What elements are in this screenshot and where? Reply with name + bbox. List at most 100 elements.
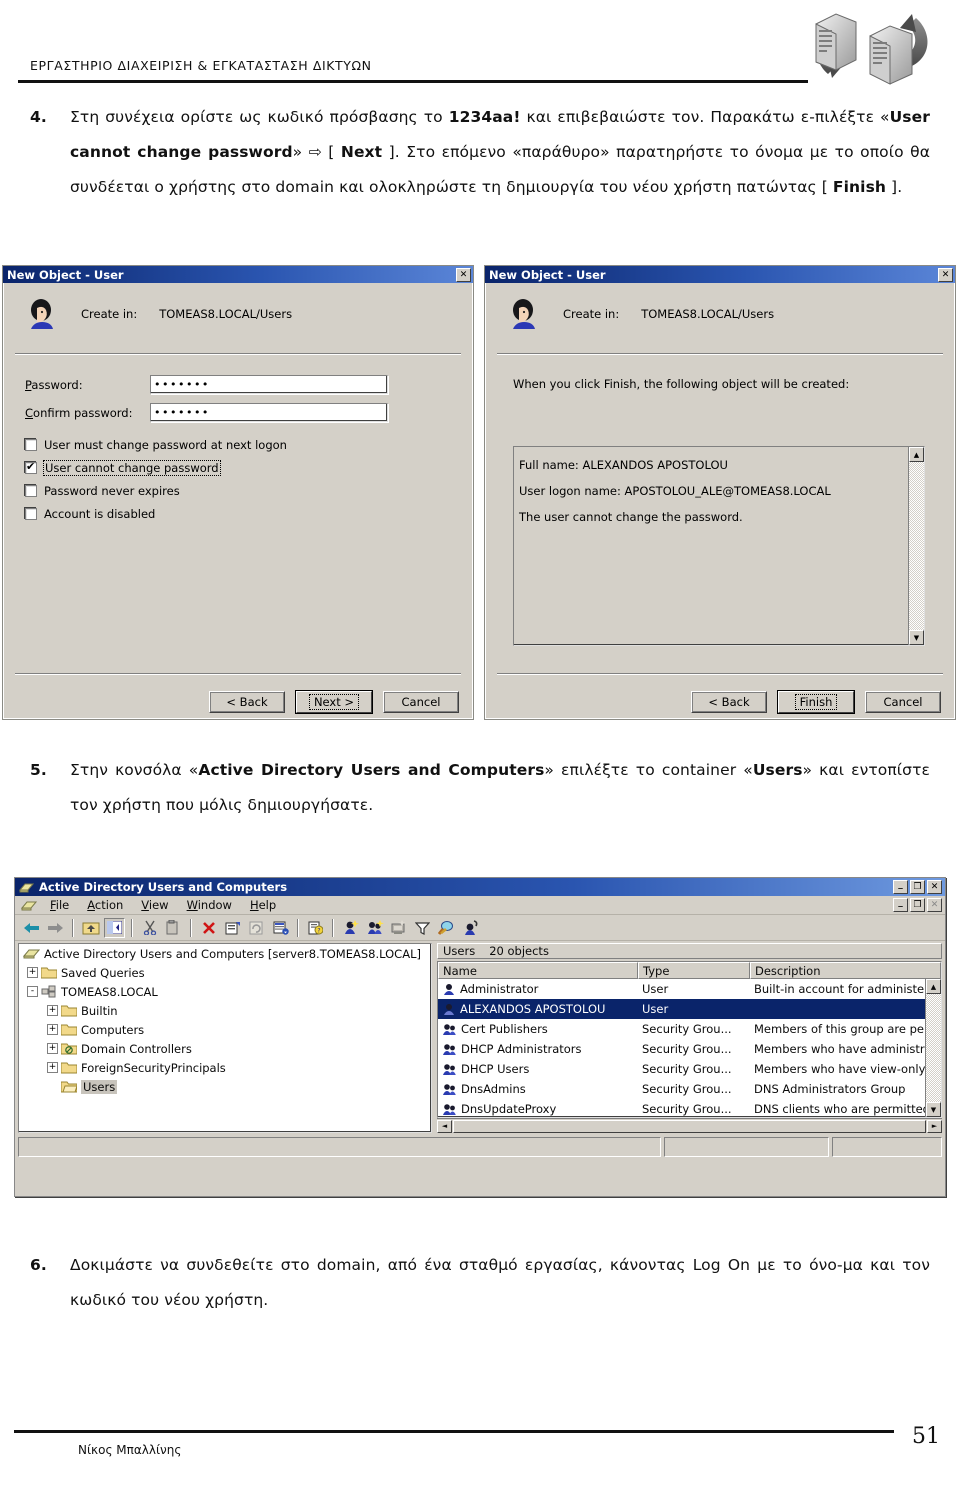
menu-help[interactable]: Help: [241, 896, 285, 914]
table-row[interactable]: ALEXANDOS APOSTOLOU User: [438, 999, 941, 1019]
up-one-level-icon[interactable]: [80, 918, 101, 938]
expander-plus-icon[interactable]: +: [47, 1005, 58, 1016]
toolbar-separator: [131, 918, 133, 937]
menu-file[interactable]: File: [41, 896, 78, 914]
child-minimize-button[interactable]: _: [893, 898, 908, 912]
refresh-icon[interactable]: [246, 918, 267, 938]
table-row[interactable]: Cert Publishers Security Grou... Members…: [438, 1019, 941, 1039]
new-group-icon[interactable]: [364, 918, 385, 938]
create-in-label: Create in:: [81, 307, 138, 321]
tree-item-users[interactable]: Users: [19, 1077, 431, 1096]
ad-title-text: Active Directory Users and Computers: [39, 880, 288, 894]
cut-icon[interactable]: [139, 918, 160, 938]
step-5-text-1: Στην κονσόλα «: [70, 761, 199, 779]
tree-item-tomeas8-local[interactable]: - TOMEAS8.LOCAL: [19, 982, 431, 1001]
expander-plus-icon[interactable]: +: [47, 1062, 58, 1073]
export-list-icon[interactable]: [270, 918, 291, 938]
cancel-button[interactable]: Cancel: [383, 691, 459, 713]
back-button[interactable]: < Back: [209, 691, 285, 713]
results-pane[interactable]: Users 20 objects Name Type Description A…: [437, 943, 942, 1133]
saved-query-icon[interactable]: [460, 918, 481, 938]
scroll-left-icon[interactable]: ◄: [437, 1119, 452, 1133]
table-row[interactable]: DHCP Administrators Security Grou... Mem…: [438, 1039, 941, 1059]
new-computer-icon[interactable]: [388, 918, 409, 938]
table-row[interactable]: DHCP Users Security Grou... Members who …: [438, 1059, 941, 1079]
checkbox-box-icon[interactable]: [25, 439, 37, 451]
close-button[interactable]: ✕: [927, 880, 942, 894]
finish-button[interactable]: Finish: [778, 691, 854, 713]
child-restore-button[interactable]: ❐: [910, 898, 925, 912]
scroll-right-icon[interactable]: ►: [927, 1119, 942, 1133]
scroll-up-icon[interactable]: ▲: [926, 979, 941, 994]
checkbox-account-is-disabled[interactable]: Account is disabled: [25, 507, 473, 521]
delete-icon[interactable]: [198, 918, 219, 938]
ad-title-bar: Active Directory Users and Computers _ ❐…: [15, 878, 945, 896]
listview-vertical-scrollbar[interactable]: ▲ ▼: [925, 979, 941, 1117]
close-icon[interactable]: ✕: [938, 267, 953, 282]
help-icon[interactable]: ?: [305, 918, 326, 938]
menu-action[interactable]: Action: [78, 896, 132, 914]
checkbox-password-never-expires[interactable]: Password never expires: [25, 484, 473, 498]
hscroll-thumb[interactable]: [453, 1119, 926, 1133]
filter-icon[interactable]: [412, 918, 433, 938]
tree-root[interactable]: Active Directory Users and Computers [se…: [19, 944, 431, 963]
show-hide-tree-icon[interactable]: [104, 917, 125, 938]
tree-item-builtin[interactable]: + Builtin: [19, 1001, 431, 1020]
scroll-down-icon[interactable]: ▼: [926, 1102, 941, 1117]
column-header-description[interactable]: Description: [750, 962, 941, 979]
cancel-button[interactable]: Cancel: [865, 691, 941, 713]
tree-item-foreignsecurityprincipals[interactable]: + ForeignSecurityPrincipals: [19, 1058, 431, 1077]
column-header-name[interactable]: Name: [438, 962, 638, 979]
column-header-type[interactable]: Type: [638, 962, 750, 979]
table-row[interactable]: Administrator User Built-in account for …: [438, 979, 941, 999]
active-directory-users-and-computers-window[interactable]: Active Directory Users and Computers _ ❐…: [14, 877, 946, 1197]
summary-listbox[interactable]: Full name: ALEXANDOS APOSTOLOU User logo…: [513, 446, 925, 646]
scroll-down-icon[interactable]: ▼: [909, 630, 924, 645]
step-4-paragraph: 4. Στη συνέχεια ορίστε ως κωδικό πρόσβασ…: [30, 100, 930, 205]
row-name: ALEXANDOS APOSTOLOU: [460, 1002, 606, 1016]
back-button[interactable]: < Back: [691, 691, 767, 713]
expander-plus-icon[interactable]: +: [27, 967, 38, 978]
password-input[interactable]: •••••••: [150, 375, 388, 394]
vertical-scrollbar[interactable]: ▲ ▼: [908, 447, 924, 645]
scroll-up-icon[interactable]: ▲: [909, 447, 924, 462]
next-button[interactable]: Next >: [296, 691, 372, 713]
new-object-user-password-dialog[interactable]: New Object - User ✕ Create in: TOMEAS8.L…: [2, 265, 474, 720]
checkbox-box-icon[interactable]: [25, 485, 37, 497]
child-close-button[interactable]: ✕: [927, 898, 942, 912]
minimize-button[interactable]: _: [893, 880, 908, 894]
new-user-icon[interactable]: [340, 918, 361, 938]
table-row[interactable]: DnsUpdateProxy Security Grou... DNS clie…: [438, 1099, 941, 1117]
back-arrow-icon[interactable]: [21, 918, 42, 938]
confirm-password-input[interactable]: •••••••: [150, 403, 388, 422]
new-object-user-summary-dialog[interactable]: New Object - User ✕ Create in: TOMEAS8.L…: [484, 265, 956, 720]
menu-window[interactable]: Window: [178, 896, 241, 914]
checkbox-box-icon[interactable]: [25, 508, 37, 520]
copy-icon[interactable]: [163, 918, 184, 938]
menu-view[interactable]: View: [132, 896, 177, 914]
close-icon[interactable]: ✕: [456, 267, 471, 282]
window-controls: _ ❐ ✕: [893, 880, 945, 894]
tree-item-domain-controllers[interactable]: + Domain Controllers: [19, 1039, 431, 1058]
find-icon[interactable]: [436, 918, 457, 938]
table-row[interactable]: DnsAdmins Security Grou... DNS Administr…: [438, 1079, 941, 1099]
checkbox-user-must-change[interactable]: User must change password at next logon: [25, 438, 473, 452]
step-5-console: Active Directory Users and Computers: [198, 761, 545, 779]
group-icon: [443, 1043, 456, 1055]
row-type: Security Grou...: [642, 1042, 732, 1056]
step-6-paragraph: 6. Δοκιμάστε να συνδεθείτε στο domain, α…: [30, 1248, 930, 1318]
expander-minus-icon[interactable]: -: [27, 986, 38, 997]
listview-horizontal-scrollbar[interactable]: ◄ ►: [437, 1118, 942, 1133]
checkbox-box-checked-icon[interactable]: [25, 460, 37, 474]
tree-item-saved-queries[interactable]: + Saved Queries: [19, 963, 431, 982]
expander-plus-icon[interactable]: +: [47, 1043, 58, 1054]
results-listview[interactable]: Name Type Description Administrator User…: [437, 961, 942, 1118]
tree-item-computers[interactable]: + Computers: [19, 1020, 431, 1039]
console-tree-pane[interactable]: Active Directory Users and Computers [se…: [18, 943, 432, 1133]
lab-title: ΕΡΓΑΣΤΗΡΙΟ ΔΙΑΧΕΙΡΙΣΗ & ΕΓΚΑΤΑΣΤΑΣΗ ΔΙΚΤ…: [30, 58, 372, 73]
checkbox-user-cannot-change[interactable]: User cannot change password: [25, 460, 473, 476]
maximize-button[interactable]: ❐: [910, 880, 925, 894]
expander-plus-icon[interactable]: +: [47, 1024, 58, 1035]
properties-icon[interactable]: [222, 918, 243, 938]
forward-arrow-icon[interactable]: [45, 918, 66, 938]
